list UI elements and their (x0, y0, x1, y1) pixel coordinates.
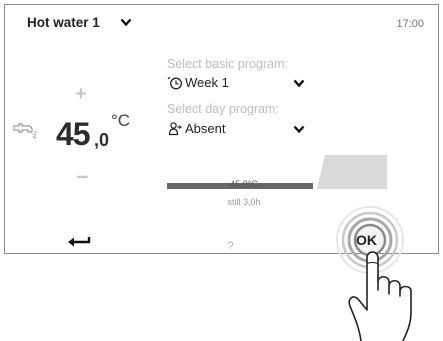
temperature-decimal: ,0 (94, 130, 110, 150)
future-period-block (317, 155, 387, 189)
temperature-unit: °C (111, 111, 131, 130)
basic-program-label: Select basic program: (167, 57, 288, 71)
current-temperature-readout: 45,0°C (230, 179, 258, 189)
help-button[interactable]: ? (227, 239, 234, 253)
faucet-icon (13, 123, 37, 139)
clock-time: 17:00 (396, 18, 424, 30)
clock-icon (167, 77, 182, 90)
page-title: Hot water 1 (27, 15, 100, 30)
chevron-down-icon (120, 18, 132, 27)
back-arrow-icon[interactable] (67, 235, 91, 247)
day-program-value: Absent (185, 121, 226, 136)
person-away-icon (168, 122, 182, 136)
basic-program-value: Week 1 (185, 75, 229, 90)
basic-program-select[interactable]: Week 1 (167, 75, 307, 91)
day-program-select[interactable]: Absent (167, 121, 307, 137)
finger-tap-icon (348, 251, 412, 341)
increase-temperature-button[interactable]: + (75, 83, 87, 106)
remaining-time: still 3,0h (227, 197, 261, 207)
day-program-label: Select day program: (167, 102, 279, 116)
temperature-integer: 45 (56, 116, 91, 152)
chevron-down-icon (293, 79, 305, 88)
chevron-down-icon (293, 125, 305, 134)
decrease-temperature-button[interactable]: – (76, 163, 88, 189)
circuit-selector[interactable]: Hot water 1 (27, 15, 132, 30)
